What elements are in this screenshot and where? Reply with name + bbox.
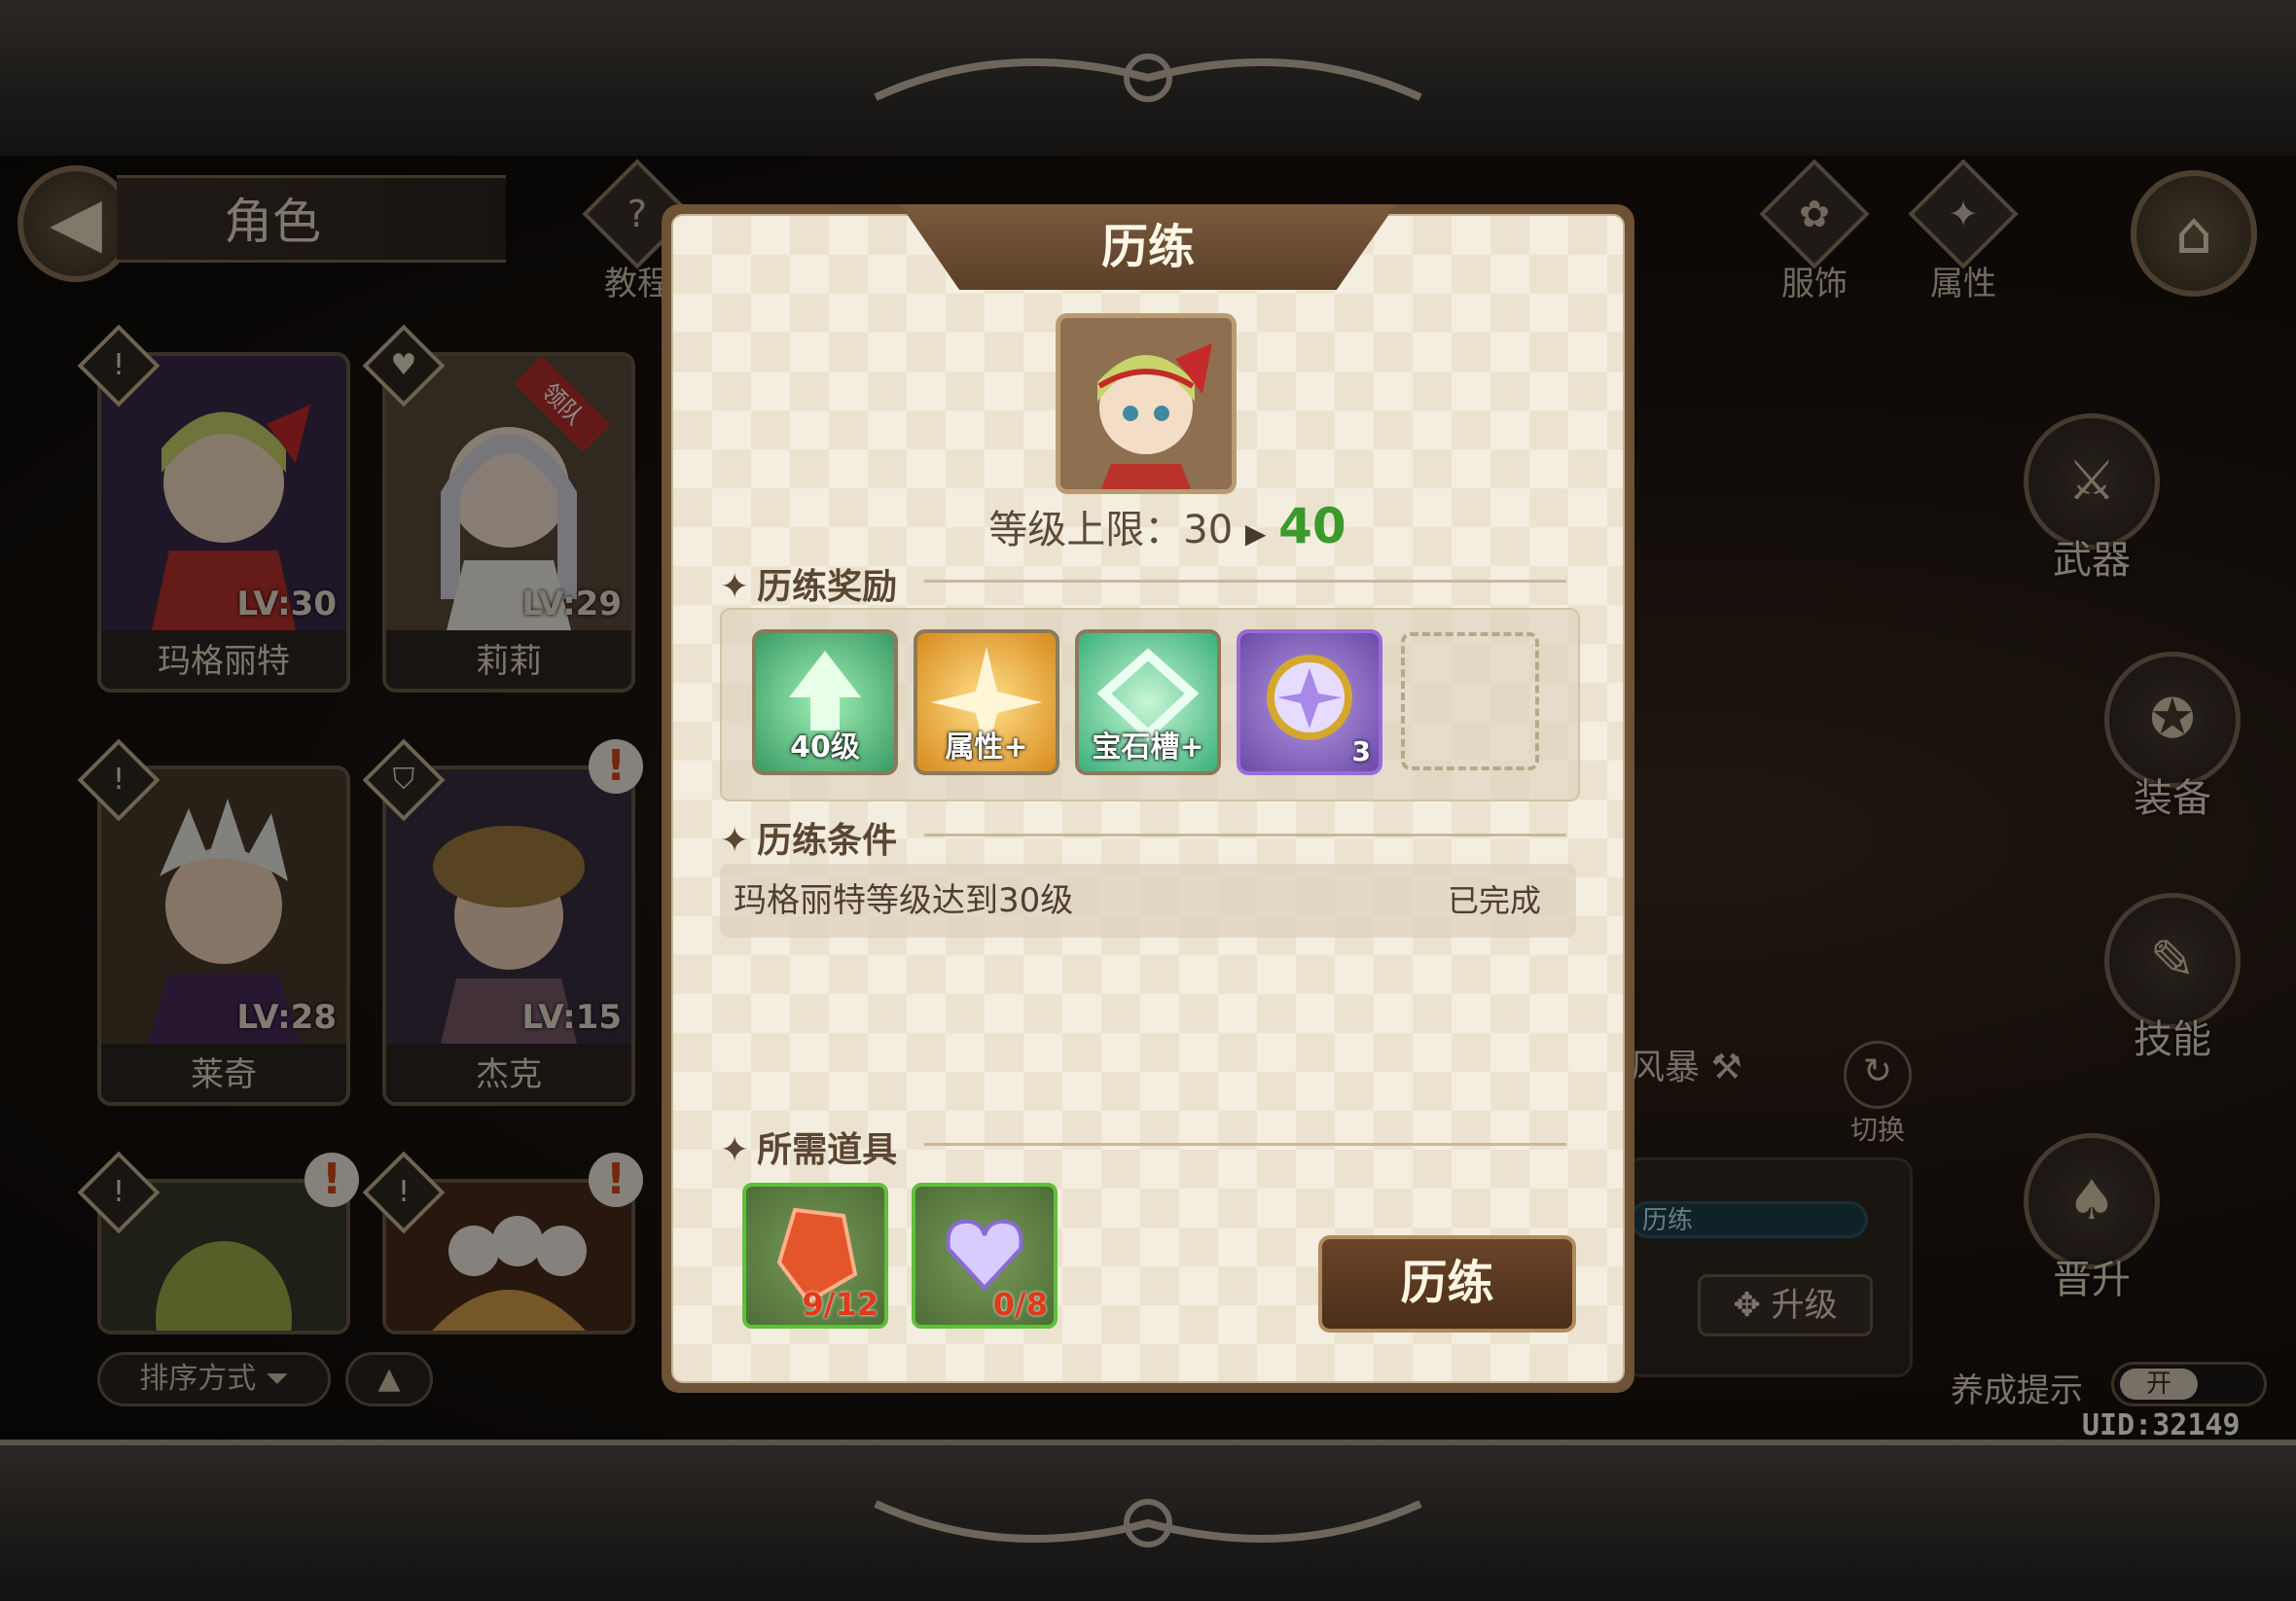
conditions-section-header: ✦ 历练条件: [720, 812, 1576, 861]
confirm-training-button[interactable]: 历练: [1318, 1235, 1576, 1333]
arrow-right-icon: ▶: [1244, 517, 1267, 550]
sparkle-icon: ✦: [720, 821, 750, 861]
required-item[interactable]: 0/8: [912, 1183, 1058, 1329]
level-cap: 等级上限：30 ▶ 40: [973, 498, 1362, 554]
sparkle-icon: ✦: [720, 567, 750, 607]
required-count: 0/8: [992, 1286, 1048, 1323]
rewards-section-header: ✦ 历练奖励: [720, 558, 1576, 607]
empty-reward-slot: [1401, 632, 1539, 770]
rewards-title: 历练奖励: [757, 567, 898, 607]
reward-label: 40级: [790, 730, 860, 765]
condition-status: 已完成: [1447, 882, 1541, 919]
margaret-portrait: [1060, 318, 1232, 489]
condition-row: 玛格丽特等级达到30级 已完成: [720, 864, 1576, 938]
modal-title: 历练: [900, 204, 1396, 290]
level-current: 30: [1183, 508, 1234, 552]
reward-item[interactable]: 宝石槽+: [1075, 629, 1221, 775]
sparkle-icon: ✦: [720, 1130, 750, 1170]
reward-item[interactable]: 3: [1237, 629, 1382, 775]
required-title: 所需道具: [757, 1130, 898, 1170]
required-item[interactable]: 9/12: [742, 1183, 888, 1329]
reward-item[interactable]: 属性+: [914, 629, 1059, 775]
reward-count: 3: [1351, 735, 1371, 767]
top-ornament-bar: [0, 0, 2296, 161]
level-new: 40: [1278, 498, 1346, 554]
conditions-title: 历练条件: [757, 821, 898, 861]
top-scroll-ornament: [874, 53, 1422, 102]
required-section-header: ✦ 所需道具: [720, 1121, 1576, 1170]
bottom-ornament-bar: [0, 1440, 2296, 1601]
level-cap-label: 等级上限：: [988, 508, 1184, 552]
reward-item[interactable]: 40级: [752, 629, 898, 775]
reward-label: 宝石槽+: [1092, 730, 1204, 765]
condition-text: 玛格丽特等级达到30级: [734, 881, 1074, 920]
reward-label: 属性+: [945, 730, 1028, 765]
bottom-scroll-ornament: [874, 1499, 1422, 1548]
required-count: 9/12: [802, 1286, 879, 1323]
character-avatar: [1056, 313, 1237, 494]
